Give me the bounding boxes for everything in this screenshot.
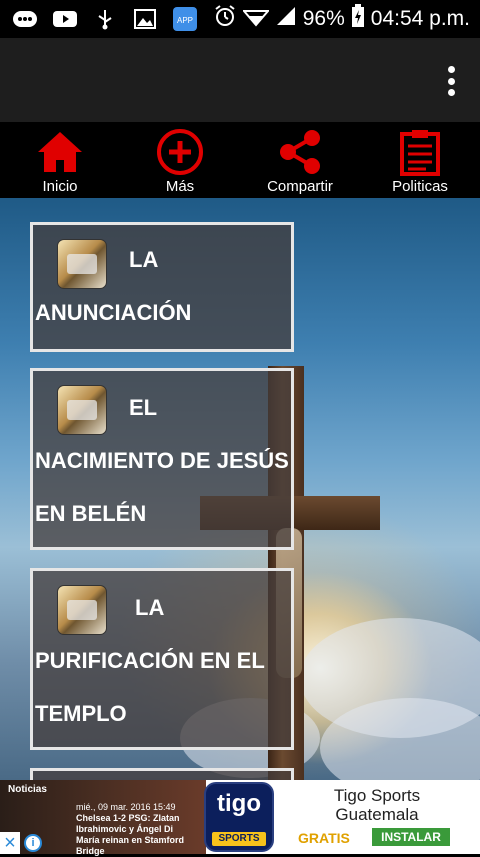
wifi-icon (241, 5, 270, 33)
card-title-first: EL (129, 395, 158, 420)
clock: 04:54 p.m. (370, 7, 470, 30)
list-item[interactable]: LA PURIFICACIÓN EN EL TEMPLO (30, 568, 294, 750)
overflow-menu-icon[interactable] (446, 66, 456, 96)
ad-news-text: mié., 09 mar. 2016 15:49 Chelsea 1-2 PSG… (76, 802, 206, 857)
card-title: NACIMIENTO DE JESÚS (35, 448, 289, 473)
ad-noticias-label: Noticias (8, 784, 47, 795)
svg-text:APP: APP (177, 16, 193, 25)
list-item[interactable]: LA ANUNCIACIÓN (30, 222, 294, 352)
youtube-icon (52, 8, 78, 30)
plus-circle-icon (157, 129, 203, 175)
ad-news-line: Chelsea 1-2 PSG: Zlatan Ibrahimovic y Án… (76, 813, 180, 834)
tigo-logo-text: tigo (217, 790, 261, 817)
messages-icon (12, 8, 38, 30)
nav-inicio[interactable]: Inicio (0, 122, 120, 198)
card-title: ANUNCIACIÓN (35, 300, 192, 325)
ad-banner[interactable]: Noticias mié., 09 mar. 2016 15:49 Chelse… (0, 780, 480, 857)
battery-percent: 96% (302, 7, 345, 30)
gallery-icon (132, 8, 158, 30)
content-area[interactable]: LA ANUNCIACIÓN EL NACIMIENTO DE JESÚS EN… (0, 198, 480, 780)
ad-title: Tigo Sports Guatemala (333, 786, 421, 824)
nav-bar: Inicio Más Compartir Politicas (0, 122, 480, 198)
battery-icon (351, 4, 365, 34)
card-thumbnail (57, 585, 107, 635)
ad-install-button[interactable]: INSTALAR (372, 828, 450, 846)
app-icon: APP (172, 7, 198, 31)
card-title: PURIFICACIÓN EN EL (35, 648, 265, 673)
card-title: EN BELÉN (35, 501, 147, 526)
tigo-logo-sub: SPORTS (212, 832, 266, 846)
nav-label: Más (165, 178, 195, 195)
home-icon (38, 132, 82, 172)
ad-close-icon[interactable]: × (0, 832, 20, 854)
tigo-logo: tigo SPORTS (204, 782, 274, 852)
nav-compartir[interactable]: Compartir (240, 122, 360, 198)
ad-info-icon[interactable]: i (24, 834, 42, 852)
card-thumbnail (57, 239, 107, 289)
status-bar: APP 96% 04:54 p.m. (0, 0, 480, 38)
nav-politicas[interactable]: Politicas (360, 122, 480, 198)
nav-mas[interactable]: Más (120, 122, 240, 198)
list-item[interactable] (30, 768, 294, 780)
ad-free-label: GRATIS (298, 830, 350, 846)
nav-label: Inicio (42, 178, 78, 195)
nav-label: Compartir (267, 178, 333, 195)
card-title-first: LA (129, 247, 159, 272)
share-icon (280, 130, 320, 174)
clipboard-icon (400, 130, 440, 176)
list-item[interactable]: EL NACIMIENTO DE JESÚS EN BELÉN (30, 368, 294, 550)
card-title: TEMPLO (35, 701, 127, 726)
nav-label: Politicas (392, 178, 448, 195)
alarm-icon (213, 4, 237, 34)
app-bar (0, 38, 480, 122)
ad-news-line: mié., 09 mar. 2016 15:49 (76, 802, 176, 812)
card-title-first: LA (135, 595, 165, 620)
card-thumbnail (57, 385, 107, 435)
usb-icon (92, 8, 118, 30)
signal-icon (275, 5, 297, 33)
